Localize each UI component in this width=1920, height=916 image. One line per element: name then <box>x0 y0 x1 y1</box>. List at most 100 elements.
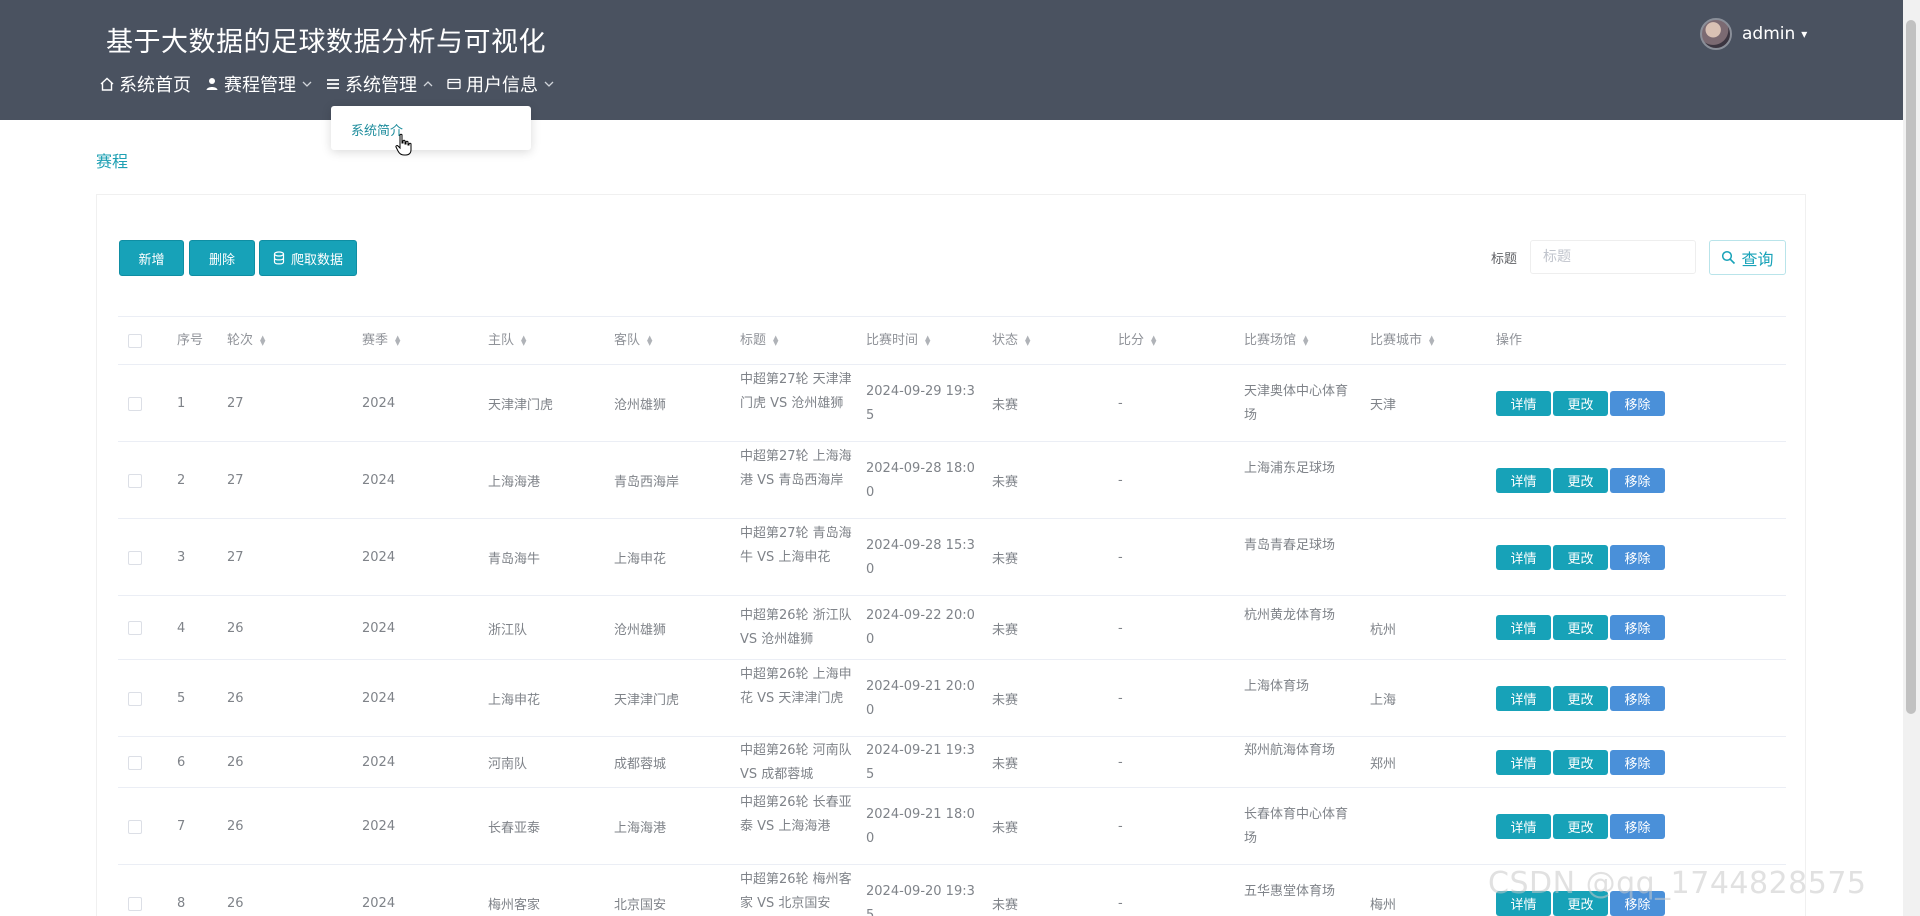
remove-button[interactable]: 移除 <box>1610 615 1665 640</box>
cell-score: - <box>1118 691 1123 706</box>
nav-item-system[interactable]: 系统管理 <box>324 71 433 97</box>
cell-time: 2024-09-20 19:35 <box>866 883 975 916</box>
cell-season: 2024 <box>362 473 396 488</box>
crawl-data-button[interactable]: 爬取数据 <box>259 240 357 276</box>
cell-venue: 天津奥体中心体育场 <box>1244 383 1349 423</box>
user-menu[interactable]: admin ▾ <box>1700 18 1807 50</box>
delete-button[interactable]: 删除 <box>189 240 255 276</box>
row-checkbox[interactable] <box>128 819 142 834</box>
row-checkbox[interactable] <box>128 396 142 411</box>
detail-button[interactable]: 详情 <box>1496 813 1551 839</box>
col-time[interactable]: 比赛时间 ▲ ▼ <box>866 317 930 365</box>
cell-venue: 五华惠堂体育场 <box>1244 883 1336 899</box>
row-checkbox[interactable] <box>128 896 142 911</box>
checkbox[interactable] <box>128 334 142 348</box>
sort-icon[interactable]: ▲ ▼ <box>1303 335 1308 347</box>
col-home[interactable]: 主队 ▲ ▼ <box>488 317 526 365</box>
cell-round: 27 <box>227 473 244 488</box>
edit-button[interactable]: 更改 <box>1553 390 1608 416</box>
row-checkbox[interactable] <box>128 691 142 706</box>
hand-cursor-icon <box>395 133 412 156</box>
cell-title: 中超第27轮 上海海港 VS 青岛西海岸 <box>740 448 852 488</box>
row-actions: 详情 更改 移除 <box>1496 615 1667 640</box>
cell-score: - <box>1118 620 1123 636</box>
query-label: 查询 <box>1741 249 1774 269</box>
remove-button[interactable]: 移除 <box>1610 390 1665 416</box>
scrollbar-thumb[interactable] <box>1906 20 1916 714</box>
cell-home: 浙江队 <box>488 622 528 638</box>
remove-button[interactable]: 移除 <box>1610 467 1665 493</box>
sort-icon[interactable]: ▲ ▼ <box>1151 335 1156 347</box>
nav-label: 系统管理 <box>345 75 417 96</box>
edit-button[interactable]: 更改 <box>1553 749 1608 775</box>
detail-button[interactable]: 详情 <box>1496 749 1551 775</box>
edit-button[interactable]: 更改 <box>1553 813 1608 839</box>
row-checkbox[interactable] <box>128 755 142 770</box>
checkbox[interactable] <box>128 691 142 706</box>
sort-icon[interactable]: ▲ ▼ <box>1429 335 1434 347</box>
edit-button[interactable]: 更改 <box>1553 544 1608 570</box>
nav-item-user-info[interactable]: 用户信息 <box>445 71 554 97</box>
checkbox[interactable] <box>128 819 142 834</box>
edit-button[interactable]: 更改 <box>1553 685 1608 711</box>
column-header: 操作 <box>1496 333 1523 348</box>
col-round[interactable]: 轮次 ▲ ▼ <box>227 317 265 365</box>
nav-label: 赛程管理 <box>224 75 296 96</box>
cell-city: 梅州 <box>1370 898 1397 913</box>
detail-button[interactable]: 详情 <box>1496 467 1551 493</box>
cell-title: 中超第26轮 浙江队 VS 沧州雄狮 <box>740 608 852 647</box>
col-score[interactable]: 比分 ▲ ▼ <box>1118 317 1156 365</box>
chevron-down-icon <box>544 78 554 91</box>
detail-button[interactable]: 详情 <box>1496 544 1551 570</box>
query-button[interactable]: 查询 <box>1709 240 1786 275</box>
select-all-checkbox[interactable] <box>128 317 142 365</box>
nav-item-home[interactable]: 系统首页 <box>98 71 191 97</box>
cell-status: 未赛 <box>992 475 1019 490</box>
col-title[interactable]: 标题 ▲ ▼ <box>740 317 778 365</box>
title-search-input[interactable] <box>1530 240 1696 274</box>
cell-season: 2024 <box>362 396 396 411</box>
col-season[interactable]: 赛季 ▲ ▼ <box>362 317 400 365</box>
col-status[interactable]: 状态 ▲ ▼ <box>992 317 1030 365</box>
checkbox[interactable] <box>128 755 142 770</box>
sort-icon[interactable]: ▲ ▼ <box>260 335 265 347</box>
col-away[interactable]: 客队 ▲ ▼ <box>614 317 652 365</box>
checkbox[interactable] <box>128 396 142 411</box>
row-checkbox[interactable] <box>128 473 142 488</box>
checkbox[interactable] <box>128 550 142 565</box>
cell-no: 7 <box>177 819 186 834</box>
checkbox[interactable] <box>128 621 142 635</box>
col-city[interactable]: 比赛城市 ▲ ▼ <box>1370 317 1434 365</box>
add-button[interactable]: 新增 <box>119 240 184 276</box>
edit-button[interactable]: 更改 <box>1553 467 1608 493</box>
cell-time: 2024-09-28 18:00 <box>866 460 975 500</box>
nav-item-schedule[interactable]: 赛程管理 <box>203 71 312 97</box>
remove-button[interactable]: 移除 <box>1610 749 1665 775</box>
cell-away: 沧州雄狮 <box>614 398 667 413</box>
remove-button[interactable]: 移除 <box>1610 685 1665 711</box>
remove-button[interactable]: 移除 <box>1610 544 1665 570</box>
column-header: 赛季 <box>362 333 389 348</box>
col-venue[interactable]: 比赛场馆 ▲ ▼ <box>1244 317 1308 365</box>
detail-button[interactable]: 详情 <box>1496 685 1551 711</box>
sort-icon[interactable]: ▲ ▼ <box>647 335 652 347</box>
detail-button[interactable]: 详情 <box>1496 615 1551 640</box>
home-icon <box>98 75 116 93</box>
sort-icon[interactable]: ▲ ▼ <box>1025 335 1030 347</box>
sort-icon[interactable]: ▲ ▼ <box>395 335 400 347</box>
cell-title: 中超第27轮 天津津门虎 VS 沧州雄狮 <box>740 371 852 411</box>
detail-button[interactable]: 详情 <box>1496 390 1551 416</box>
cell-venue: 上海浦东足球场 <box>1244 460 1336 476</box>
row-checkbox[interactable] <box>128 550 142 565</box>
cell-round: 26 <box>227 896 244 911</box>
sort-icon[interactable]: ▲ ▼ <box>925 335 930 347</box>
checkbox[interactable] <box>128 896 142 911</box>
cell-time: 2024-09-21 18:00 <box>866 806 975 846</box>
sort-icon[interactable]: ▲ ▼ <box>773 335 778 347</box>
remove-button[interactable]: 移除 <box>1610 813 1665 839</box>
cell-time: 2024-09-22 20:00 <box>866 608 975 647</box>
sort-icon[interactable]: ▲ ▼ <box>521 335 526 347</box>
checkbox[interactable] <box>128 473 142 488</box>
row-checkbox[interactable] <box>128 621 142 635</box>
edit-button[interactable]: 更改 <box>1553 615 1608 640</box>
